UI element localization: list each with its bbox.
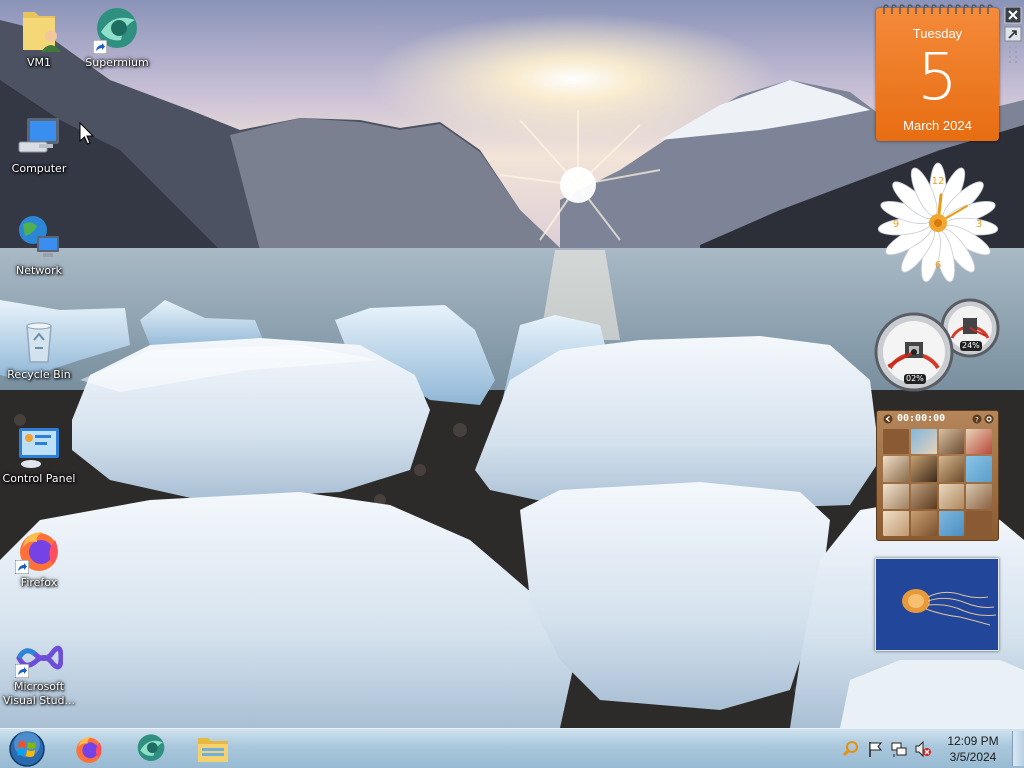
taskbar-pinned-file-explorer[interactable] xyxy=(186,730,240,767)
recycle-bin-icon xyxy=(26,322,52,363)
slideshow-gadget[interactable] xyxy=(875,558,999,651)
start-button[interactable] xyxy=(0,730,54,767)
gadget-drag-handle-icon[interactable] xyxy=(1008,45,1018,64)
gadget-controls xyxy=(1004,7,1022,64)
desktop-icon-label: Recycle Bin xyxy=(7,368,71,381)
puzzle-tile[interactable] xyxy=(883,429,909,455)
picture-puzzle-gadget[interactable]: 00:00:00 ? xyxy=(876,410,999,541)
network-tray-icon[interactable] xyxy=(890,740,908,758)
puzzle-tile[interactable] xyxy=(938,456,965,482)
puzzle-tile[interactable] xyxy=(966,429,992,455)
calendar-gadget[interactable]: Tuesday 5 March 2024 xyxy=(876,4,999,141)
calendar-month-year: March 2024 xyxy=(903,118,972,133)
memory-usage-value: 24% xyxy=(960,341,982,351)
firefox-icon xyxy=(76,736,102,763)
shortcut-arrow-icon xyxy=(15,560,29,574)
clock-numeral: 12 xyxy=(932,176,945,187)
desktop-icon-label: Control Panel xyxy=(2,472,76,485)
svg-text:?: ? xyxy=(975,416,979,424)
show-desktop-button[interactable] xyxy=(1012,731,1024,766)
windows-start-orb-icon xyxy=(9,730,45,767)
desktop-icon-recycle-bin[interactable]: Recycle Bin xyxy=(0,318,78,382)
puzzle-timer: 00:00:00 xyxy=(897,413,946,424)
desktop-icon-firefox[interactable]: Firefox xyxy=(0,526,78,590)
taskbar-pinned-supermium[interactable] xyxy=(124,730,178,767)
puzzle-tile[interactable] xyxy=(910,483,937,509)
user-folder-icon xyxy=(23,12,61,52)
desktop-icon-supermium[interactable]: Supermium xyxy=(78,6,156,70)
action-center-flag-icon[interactable] xyxy=(866,740,884,758)
puzzle-tile[interactable] xyxy=(938,429,965,455)
mouse-cursor-icon xyxy=(79,122,95,145)
calendar-date: 5 xyxy=(917,41,958,115)
puzzle-tile[interactable] xyxy=(966,456,992,482)
puzzle-tile[interactable] xyxy=(938,510,965,536)
gadget-close-icon[interactable] xyxy=(1004,7,1022,24)
network-icon xyxy=(19,216,59,257)
puzzle-solve-icon[interactable] xyxy=(984,414,994,424)
clock-numeral: 3 xyxy=(976,219,982,230)
clock-numeral: 9 xyxy=(893,219,899,230)
slideshow-jellyfish-image xyxy=(876,559,998,650)
supermium-icon xyxy=(137,733,165,761)
desktop-icon-label: VM1 xyxy=(26,56,51,69)
desktop-wallpaper xyxy=(0,0,1024,728)
desktop-icon-label: Network xyxy=(16,264,62,277)
gadget-options-icon[interactable] xyxy=(1004,26,1022,42)
puzzle-help-icon[interactable]: ? xyxy=(972,414,982,424)
desktop-icon-visual-studio[interactable]: Microsoft Visual Stud... xyxy=(0,638,78,708)
taskbar-pinned-firefox[interactable] xyxy=(62,730,116,767)
taskbar: 12:09 PM 3/5/2024 xyxy=(0,728,1024,768)
flower-clock-gadget[interactable]: 12 3 6 9 xyxy=(875,160,1001,286)
puzzle-tile[interactable] xyxy=(883,483,909,509)
puzzle-show-picture-icon[interactable] xyxy=(883,414,893,424)
desktop-icon-label: Computer xyxy=(11,162,67,175)
puzzle-tile[interactable] xyxy=(910,429,937,455)
puzzle-tile-empty[interactable] xyxy=(966,510,992,536)
puzzle-tile[interactable] xyxy=(883,510,909,536)
taskbar-clock[interactable]: 12:09 PM 3/5/2024 xyxy=(940,733,1006,765)
folder-icon xyxy=(198,737,228,762)
cpu-usage-value: 02% xyxy=(904,374,926,384)
puzzle-tile[interactable] xyxy=(883,456,909,482)
calendar-rings-icon xyxy=(883,4,993,14)
puzzle-tile[interactable] xyxy=(910,456,937,482)
puzzle-tile[interactable] xyxy=(910,510,937,536)
shortcut-arrow-icon xyxy=(15,664,29,678)
puzzle-tile[interactable] xyxy=(938,483,965,509)
desktop-icon-control-panel[interactable]: Control Panel xyxy=(0,422,78,486)
calendar-day-name: Tuesday xyxy=(912,26,963,41)
volume-muted-tray-icon[interactable] xyxy=(914,740,932,758)
desktop-icon-label: Firefox xyxy=(20,576,58,589)
shortcut-arrow-icon xyxy=(93,40,107,54)
desktop-icon-network[interactable]: Network xyxy=(0,214,78,278)
desktop-icon-computer[interactable]: Computer xyxy=(0,112,78,176)
puzzle-grid xyxy=(883,429,992,536)
cpu-meter-gadget[interactable]: 02% 24% xyxy=(874,298,1000,394)
computer-icon xyxy=(18,118,59,153)
clock-date: 3/5/2024 xyxy=(949,750,997,764)
desktop-icon-label: Supermium xyxy=(85,56,149,69)
desktop-icon-label: Microsoft Visual Stud... xyxy=(2,680,76,707)
puzzle-tile[interactable] xyxy=(966,483,992,509)
search-magnifier-tray-icon[interactable] xyxy=(842,740,860,758)
clock-time: 12:09 PM xyxy=(947,734,999,748)
desktop-icon-user-folder[interactable]: VM1 xyxy=(0,6,78,70)
control-panel-icon xyxy=(19,428,59,468)
clock-numeral: 6 xyxy=(935,260,941,271)
